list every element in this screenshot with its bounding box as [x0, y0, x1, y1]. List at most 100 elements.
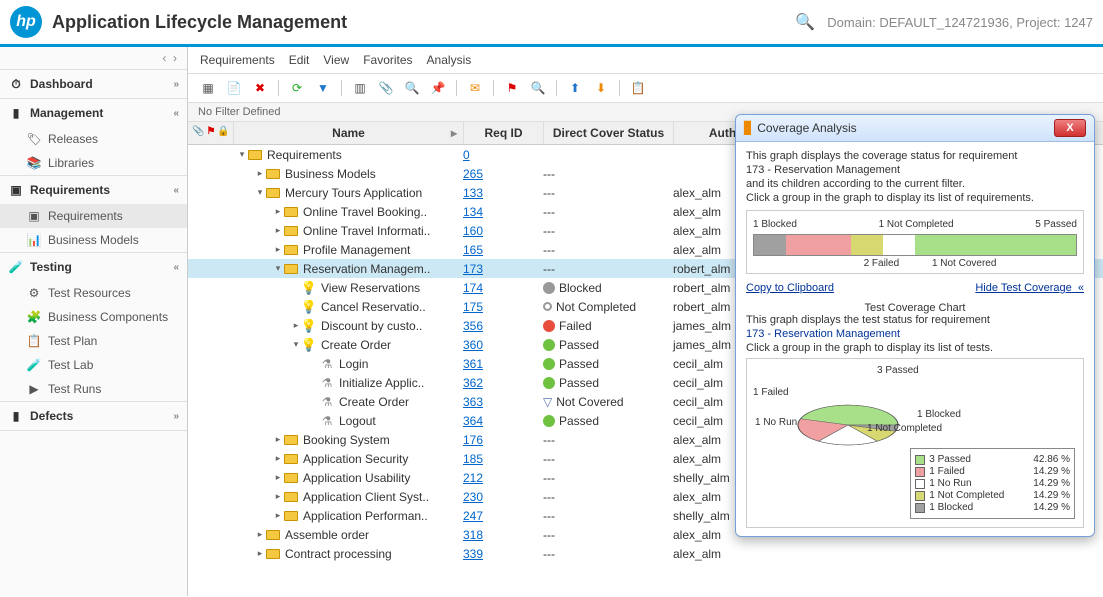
up-icon[interactable]: ⬆ — [565, 78, 585, 98]
menu-analysis[interactable]: Analysis — [427, 53, 472, 67]
folder-icon — [247, 148, 263, 162]
tree-toggle-icon[interactable]: ▸ — [273, 225, 283, 236]
sidebar-item-requirements[interactable]: ▣Requirements — [0, 204, 187, 228]
pie-chart-area[interactable]: 3 Passed 1 Failed 1 No Run 1 Blocked 1 N… — [746, 358, 1084, 528]
row-name: Online Travel Informati.. — [303, 224, 430, 238]
tree-toggle-icon[interactable]: ▾ — [255, 187, 265, 198]
req-id-link[interactable]: 173 — [463, 262, 543, 276]
req-id-link[interactable]: 175 — [463, 300, 543, 314]
tree-toggle-icon[interactable]: ▸ — [273, 453, 283, 464]
seg-notcovered[interactable] — [883, 235, 915, 255]
tree-toggle-icon[interactable]: ▸ — [255, 529, 265, 540]
req-id-link[interactable]: 176 — [463, 433, 543, 447]
row-name: Online Travel Booking.. — [303, 205, 427, 219]
req-id-link[interactable]: 165 — [463, 243, 543, 257]
req-id-link[interactable]: 174 — [463, 281, 543, 295]
sidebar-nav[interactable]: ‹ › — [0, 47, 187, 70]
sidebar-item-libraries[interactable]: 📚Libraries — [0, 151, 187, 175]
seg-failed[interactable] — [786, 235, 850, 255]
req-id-link[interactable]: 318 — [463, 528, 543, 542]
sidebar-item-business-models[interactable]: 📊Business Models — [0, 228, 187, 252]
copy-clipboard-link[interactable]: Copy to Clipboard — [746, 282, 834, 294]
section-label: Management — [30, 106, 103, 120]
status-text: --- — [543, 528, 555, 542]
req-id-link[interactable]: 212 — [463, 471, 543, 485]
find-icon[interactable]: 🔍 — [402, 78, 422, 98]
close-button[interactable]: X — [1054, 119, 1086, 137]
tree-toggle-icon[interactable]: ▾ — [291, 339, 301, 350]
sidebar-section-dashboard[interactable]: ⏱Dashboard» — [0, 70, 187, 98]
tree-toggle-icon[interactable]: ▸ — [273, 206, 283, 217]
sidebar-section-requirements[interactable]: ▣Requirements« — [0, 176, 187, 204]
req-id-link[interactable]: 364 — [463, 414, 543, 428]
status-text: Passed — [559, 357, 599, 371]
sidebar-section-defects[interactable]: ▮Defects» — [0, 402, 187, 430]
req-id-link[interactable]: 339 — [463, 547, 543, 561]
tree-toggle-icon[interactable]: ▸ — [273, 434, 283, 445]
item-label: Releases — [48, 132, 98, 146]
menu-favorites[interactable]: Favorites — [363, 53, 412, 67]
tree-toggle-icon[interactable]: ▾ — [273, 263, 283, 274]
seg-notcompleted[interactable] — [851, 235, 883, 255]
req-id-link[interactable]: 185 — [463, 452, 543, 466]
sidebar-section-testing[interactable]: 🧪Testing« — [0, 253, 187, 281]
col-name[interactable]: Name▸ — [233, 122, 463, 144]
filter-icon[interactable]: ▼ — [313, 78, 333, 98]
search-icon[interactable]: 🔍 — [795, 12, 815, 32]
menu-edit[interactable]: Edit — [289, 53, 310, 67]
refresh-icon[interactable]: ⟳ — [287, 78, 307, 98]
menu-requirements[interactable]: Requirements — [200, 53, 275, 67]
tree-toggle-icon[interactable]: ▸ — [273, 510, 283, 521]
col-status[interactable]: Direct Cover Status — [543, 122, 673, 144]
coverage-bar-chart[interactable]: 1 Blocked 1 Not Completed 5 Passed 2 Fai… — [746, 210, 1084, 274]
table-row[interactable]: ▸Contract processing339---alex_alm — [188, 544, 1103, 563]
sidebar-item-business-components[interactable]: 🧩Business Components — [0, 305, 187, 329]
sidebar-item-test-runs[interactable]: ▶Test Runs — [0, 377, 187, 401]
zoom-icon[interactable]: 🔍 — [528, 78, 548, 98]
sidebar-item-test-resources[interactable]: ⚙Test Resources — [0, 281, 187, 305]
req-id-link[interactable]: 356 — [463, 319, 543, 333]
req-id-link[interactable]: 361 — [463, 357, 543, 371]
req-id-link[interactable]: 363 — [463, 395, 543, 409]
seg-blocked[interactable] — [754, 235, 786, 255]
req-id-link[interactable]: 0 — [463, 148, 543, 162]
menu-view[interactable]: View — [323, 53, 349, 67]
seg-passed[interactable] — [915, 235, 1076, 255]
hide-coverage-link[interactable]: Hide Test Coverage « — [975, 282, 1084, 294]
mail-icon[interactable]: ✉ — [465, 78, 485, 98]
req-id-link[interactable]: 230 — [463, 490, 543, 504]
req-id-link[interactable]: 134 — [463, 205, 543, 219]
sidebar-item-releases[interactable]: 🏷Releases — [0, 127, 187, 151]
tree-toggle-icon[interactable]: ▸ — [291, 320, 301, 331]
req-id-link[interactable]: 247 — [463, 509, 543, 523]
sidebar-section-management[interactable]: ▮Management« — [0, 99, 187, 127]
new-item-icon[interactable]: ▦ — [198, 78, 218, 98]
tree-toggle-icon[interactable]: ▸ — [273, 244, 283, 255]
req-id-link[interactable]: 160 — [463, 224, 543, 238]
report-icon[interactable]: 📋 — [628, 78, 648, 98]
tree-toggle-icon[interactable]: ▸ — [255, 548, 265, 559]
tree-toggle-icon[interactable]: ▾ — [237, 149, 247, 160]
tree-toggle-icon[interactable]: ▸ — [255, 168, 265, 179]
open-icon[interactable]: 📄 — [224, 78, 244, 98]
flag-icon[interactable]: ⚑ — [502, 78, 522, 98]
req-id-link[interactable]: 362 — [463, 376, 543, 390]
pin-icon[interactable]: 📌 — [428, 78, 448, 98]
req-id-link[interactable]: 360 — [463, 338, 543, 352]
tree-toggle-icon[interactable]: ▸ — [273, 472, 283, 483]
status-text: --- — [543, 452, 555, 466]
attach-icon[interactable]: 📎 — [376, 78, 396, 98]
sidebar-item-test-lab[interactable]: 🧪Test Lab — [0, 353, 187, 377]
panel-header[interactable]: ▊ Coverage Analysis X — [736, 115, 1094, 142]
delete-icon[interactable]: ✖ — [250, 78, 270, 98]
col-reqid[interactable]: Req ID — [463, 122, 543, 144]
status-text: --- — [543, 262, 555, 276]
columns-icon[interactable]: ▥ — [350, 78, 370, 98]
req-id-link[interactable]: 133 — [463, 186, 543, 200]
legend-text: 3 Passed — [929, 454, 1029, 465]
sidebar-item-test-plan[interactable]: 📋Test Plan — [0, 329, 187, 353]
down-icon[interactable]: ⬇ — [591, 78, 611, 98]
bar-label: 1 Not Completed — [879, 219, 954, 230]
req-id-link[interactable]: 265 — [463, 167, 543, 181]
tree-toggle-icon[interactable]: ▸ — [273, 491, 283, 502]
